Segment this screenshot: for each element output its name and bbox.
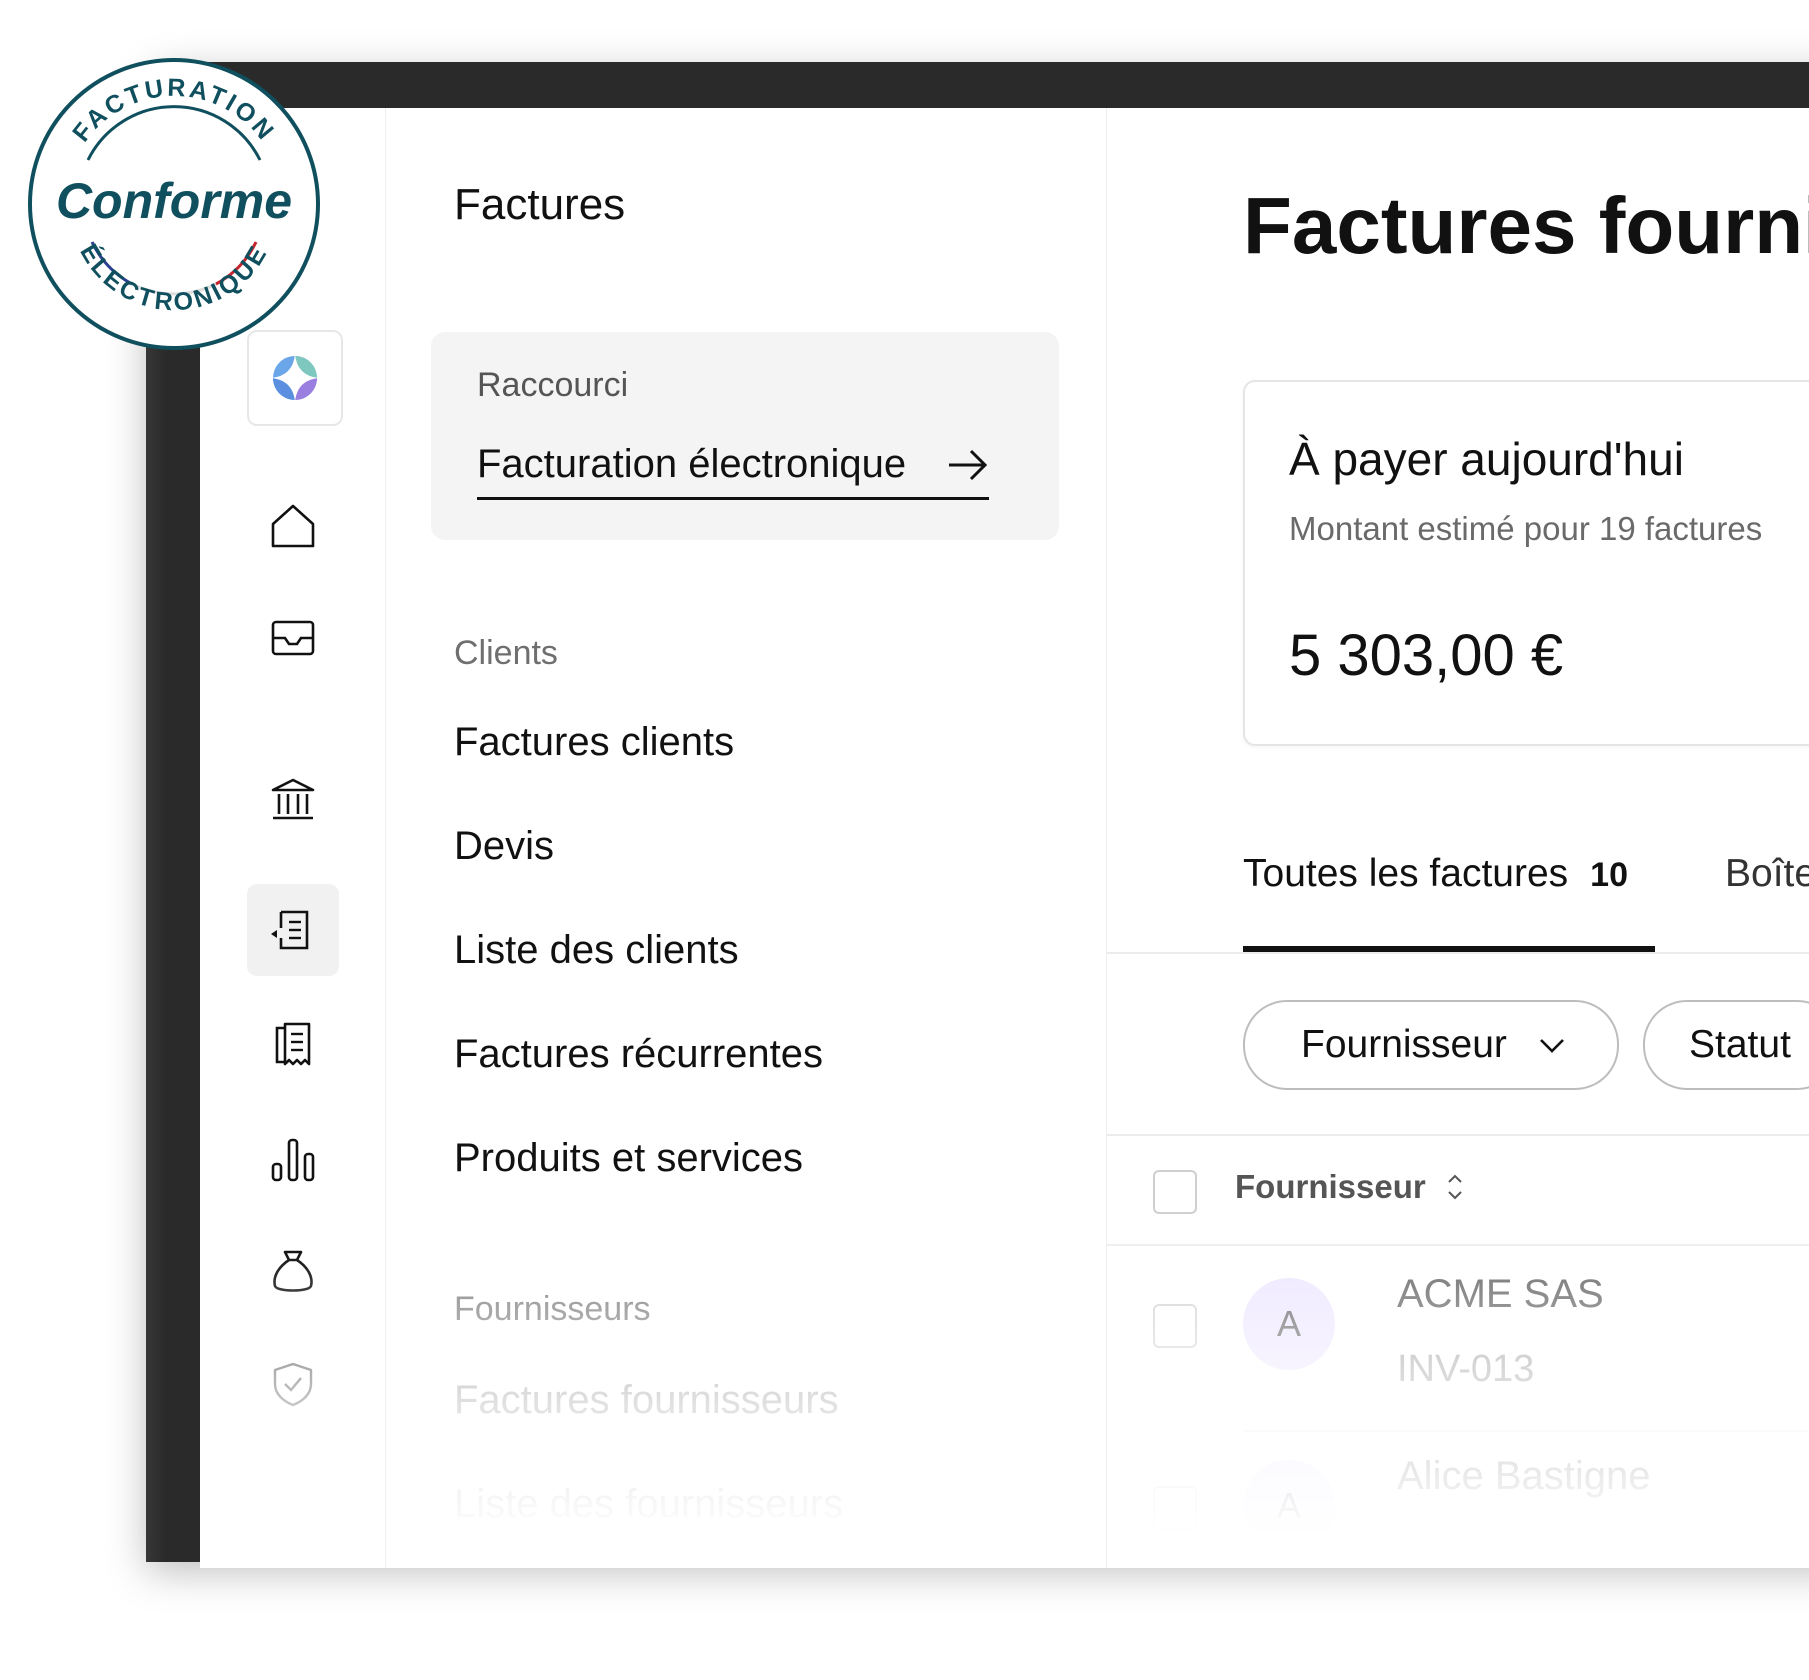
row-checkbox[interactable]: [1153, 1486, 1197, 1530]
inbox-icon: [271, 620, 315, 656]
rail-receipts[interactable]: [247, 998, 339, 1090]
column-header-supplier-label: Fournisseur: [1235, 1168, 1426, 1205]
nav-item-factures-clients[interactable]: Factures clients: [454, 720, 734, 765]
nav-item-devis[interactable]: Devis: [454, 824, 554, 869]
row-divider: [1243, 1430, 1809, 1432]
filter-supplier[interactable]: Fournisseur: [1243, 1000, 1619, 1090]
page-title: Factures fournisseurs: [1243, 181, 1809, 270]
rail-home[interactable]: [247, 480, 339, 572]
nav-item-factures-fournisseurs[interactable]: Factures fournisseurs: [454, 1378, 839, 1423]
secondary-nav: Factures Raccourci Facturation électroni…: [386, 108, 1107, 1568]
compliance-badge: FACTURATION Conforme ÉLECTRONIQUE: [28, 58, 320, 350]
rail-security[interactable]: [247, 1338, 339, 1430]
bank-icon: [271, 778, 315, 820]
avatar: A: [1243, 1278, 1335, 1370]
rail-bank[interactable]: [247, 754, 339, 846]
filter-supplier-label: Fournisseur: [1301, 1023, 1507, 1066]
row-supplier-name: Alice Bastigne: [1397, 1454, 1651, 1498]
column-header-supplier[interactable]: Fournisseur: [1235, 1168, 1466, 1206]
section-label-fournisseurs: Fournisseurs: [454, 1290, 651, 1328]
arrow-right-icon: [949, 449, 988, 480]
chart-icon: [271, 1138, 315, 1182]
row-supplier-name: ACME SAS: [1397, 1272, 1604, 1316]
nav-item-liste-fournisseurs[interactable]: Liste des fournisseurs: [454, 1482, 843, 1527]
summary-card: À payer aujourd'hui Montant estimé pour …: [1243, 380, 1809, 746]
nav-title: Factures: [454, 180, 626, 229]
shortcut-label: Raccourci: [477, 366, 629, 404]
rail-analytics[interactable]: [247, 1114, 339, 1206]
tab-all-invoices[interactable]: Toutes les factures 10: [1243, 852, 1628, 896]
summary-amount: 5 303,00 €: [1289, 623, 1564, 688]
receipt-icon: [275, 1022, 311, 1066]
nav-item-liste-clients[interactable]: Liste des clients: [454, 928, 739, 973]
filter-status[interactable]: Statut: [1643, 1000, 1809, 1090]
logo-icon: [271, 354, 319, 402]
app-screen: Factures Raccourci Facturation électroni…: [200, 108, 1809, 1568]
shortcut-link-text: Facturation électronique: [477, 442, 907, 486]
row-checkbox[interactable]: [1153, 1304, 1197, 1348]
shortcut-card: Raccourci Facturation électronique: [431, 332, 1059, 540]
tab-inbox[interactable]: Boîte: [1725, 852, 1809, 896]
select-all-checkbox[interactable]: [1153, 1170, 1197, 1214]
avatar: A: [1243, 1460, 1335, 1552]
tab-all-label: Toutes les factures: [1243, 852, 1569, 895]
shield-check-icon: [273, 1362, 313, 1407]
invoices-icon: [271, 910, 309, 950]
row-invoice-ref: INV-013: [1397, 1348, 1535, 1390]
home-icon: [271, 504, 315, 548]
badge-center-text: Conforme: [56, 173, 292, 229]
filters-divider: [1107, 1134, 1809, 1136]
main-content: Factures fournisseurs À payer aujourd'hu…: [1107, 108, 1809, 1568]
rail-inbox[interactable]: [247, 592, 339, 684]
section-label-clients: Clients: [454, 634, 558, 672]
chevron-down-icon: [1540, 1039, 1564, 1053]
summary-subtitle: Montant estimé pour 19 factures: [1289, 510, 1763, 547]
tab-all-count: 10: [1590, 856, 1628, 894]
row-invoice-ref: INV-012: [1397, 1528, 1535, 1568]
header-divider: [1107, 1244, 1809, 1246]
tabs-divider: [1107, 952, 1809, 954]
shortcut-link[interactable]: Facturation électronique: [477, 442, 989, 500]
nav-item-factures-recurrentes[interactable]: Factures récurrentes: [454, 1032, 823, 1077]
money-bag-icon: [273, 1250, 313, 1292]
rail-financing[interactable]: [247, 1226, 339, 1318]
nav-item-produits-services[interactable]: Produits et services: [454, 1136, 803, 1181]
rail-invoices[interactable]: [247, 884, 339, 976]
sort-icon: [1447, 1174, 1462, 1200]
filter-status-label: Statut: [1689, 1023, 1791, 1066]
summary-title: À payer aujourd'hui: [1289, 433, 1684, 485]
